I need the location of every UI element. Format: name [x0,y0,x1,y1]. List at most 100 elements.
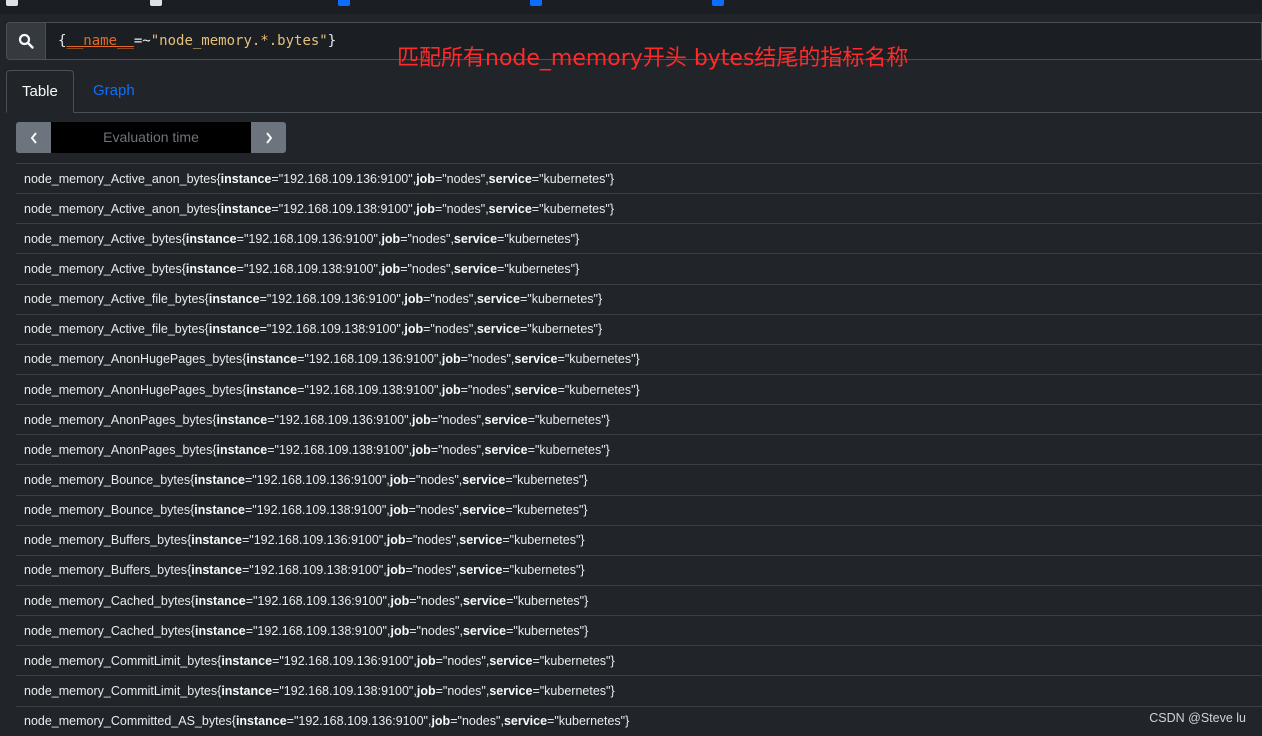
label-value-job: "nodes" [430,292,474,307]
label-value-instance: "192.168.109.136:9100" [274,412,409,427]
metric-name: node_memory_Active_bytes [24,231,182,246]
label-value-job: "nodes" [442,201,486,216]
label-value-job: "nodes" [415,472,459,487]
label-key-job: job [386,533,406,548]
annotation-text: 匹配所有node_memory开头 bytes结尾的指标名称 [397,46,909,71]
label-value-job: "nodes" [415,503,459,518]
label-value-instance: "192.168.109.136:9100" [249,533,384,548]
label-key-job: job [389,503,409,518]
checkbox-icon[interactable] [712,0,724,6]
label-key-instance: instance [194,472,245,487]
label-value-job: "nodes" [407,261,451,276]
label-key-instance: instance [221,683,273,698]
metric-name: node_memory_Buffers_bytes [24,563,188,578]
next-time-button[interactable] [251,122,286,153]
checkbox-icon[interactable] [6,0,18,6]
metric-name: node_memory_AnonPages_bytes [24,412,213,427]
label-value-service: "kubernetes" [539,201,610,216]
table-row: node_memory_Active_bytes{instance = "192.1… [16,253,1262,283]
label-key-service: service [462,503,506,518]
metric-name: node_memory_Active_file_bytes [24,322,205,337]
label-key-job: job [381,231,401,246]
metric-name: node_memory_AnonHugePages_bytes [24,352,243,367]
evaluation-time-input[interactable]: Evaluation time [51,122,251,153]
label-value-service: "kubernetes" [512,472,584,487]
results-table: node_memory_Active_anon_bytes{instance = "… [16,163,1262,736]
label-value-job: "nodes" [412,563,456,578]
search-icon [18,33,34,49]
label-key-job: job [412,442,431,457]
label-value-instance: "192.168.109.138:9100" [249,563,384,578]
label-value-job: "nodes" [416,593,460,608]
metric-name: node_memory_Buffers_bytes [24,533,188,548]
metric-name: node_memory_Active_anon_bytes [24,201,217,216]
label-value-instance: "192.168.109.138:9100" [253,623,387,638]
label-value-service: "kubernetes" [509,533,581,548]
table-row: node_memory_CommitLimit_bytes{instance = "… [16,645,1262,675]
label-value-service: "kubernetes" [527,292,598,307]
label-key-service: service [462,593,507,608]
label-value-job: "nodes" [438,412,482,427]
label-value-service: "kubernetes" [539,653,611,668]
label-key-service: service [476,292,520,307]
label-key-job: job [404,322,424,337]
label-key-job: job [441,382,461,397]
label-value-service: "kubernetes" [512,503,584,518]
execute-button[interactable] [6,22,46,60]
label-value-job: "nodes" [467,352,511,367]
label-key-job: job [390,623,410,638]
label-value-job: "nodes" [442,171,486,186]
evaluation-time-picker: Evaluation time [16,122,286,153]
label-key-service: service [489,653,533,668]
table-row: node_memory_Buffers_bytes{instance = "192.… [16,524,1262,555]
table-row: node_memory_Bounce_bytes{instance = "192.1… [16,464,1262,494]
result-tabs: Table Graph [6,70,1262,113]
metric-name: node_memory_Cached_bytes [24,623,191,638]
table-row: node_memory_Active_bytes{instance = "192.1… [16,223,1262,253]
label-key-instance: instance [220,201,272,216]
table-row: node_memory_Cached_bytes{instance = "192.1… [16,615,1262,645]
label-value-service: "kubernetes" [509,563,581,578]
label-key-job: job [386,563,406,578]
label-key-job: job [416,683,436,698]
label-key-instance: instance [208,292,260,307]
table-row: node_memory_AnonPages_bytes{instance = "19… [16,434,1262,464]
label-value-instance: "192.168.109.138:9100" [278,201,413,216]
label-key-service: service [503,714,548,729]
tab-graph[interactable]: Graph [78,70,150,112]
label-value-instance: "192.168.109.138:9100" [274,442,409,457]
label-value-instance: "192.168.109.138:9100" [243,261,378,276]
label-key-instance: instance [191,563,242,578]
label-value-job: "nodes" [438,442,482,457]
checkbox-icon[interactable] [338,0,350,6]
prev-time-button[interactable] [16,122,51,153]
label-value-instance: "192.168.109.136:9100" [243,231,378,246]
label-key-instance: instance [194,503,245,518]
tab-table[interactable]: Table [6,70,74,113]
label-key-job: job [431,714,451,729]
metric-name: node_memory_AnonHugePages_bytes [24,382,243,397]
chevron-right-icon [265,131,272,144]
label-key-service: service [453,261,498,276]
metric-name: node_memory_CommitLimit_bytes [24,653,218,668]
checkbox-icon[interactable] [150,0,162,6]
label-value-job: "nodes" [407,231,451,246]
label-value-service: "kubernetes" [504,261,576,276]
label-key-service: service [462,623,507,638]
label-key-service: service [488,171,532,186]
table-row: node_memory_Bounce_bytes{instance = "192.1… [16,494,1262,525]
table-row: node_memory_Active_file_bytes{instance = "… [16,283,1262,314]
label-key-service: service [489,683,533,698]
label-value-instance: "192.168.109.138:9100" [252,503,387,518]
checkbox-icon[interactable] [530,0,542,6]
metric-name: node_memory_CommitLimit_bytes [24,683,218,698]
table-row: node_memory_AnonHugePages_bytes{instance… [16,373,1262,404]
label-value-service: "kubernetes" [554,714,626,729]
metric-name: node_memory_Bounce_bytes [24,503,191,518]
label-key-job: job [404,292,424,307]
table-row: node_memory_AnonHugePages_bytes{instance… [16,343,1262,374]
label-key-instance: instance [185,231,237,246]
label-key-instance: instance [220,171,272,186]
label-key-service: service [514,382,558,397]
label-value-instance: "192.168.109.138:9100" [279,683,414,698]
